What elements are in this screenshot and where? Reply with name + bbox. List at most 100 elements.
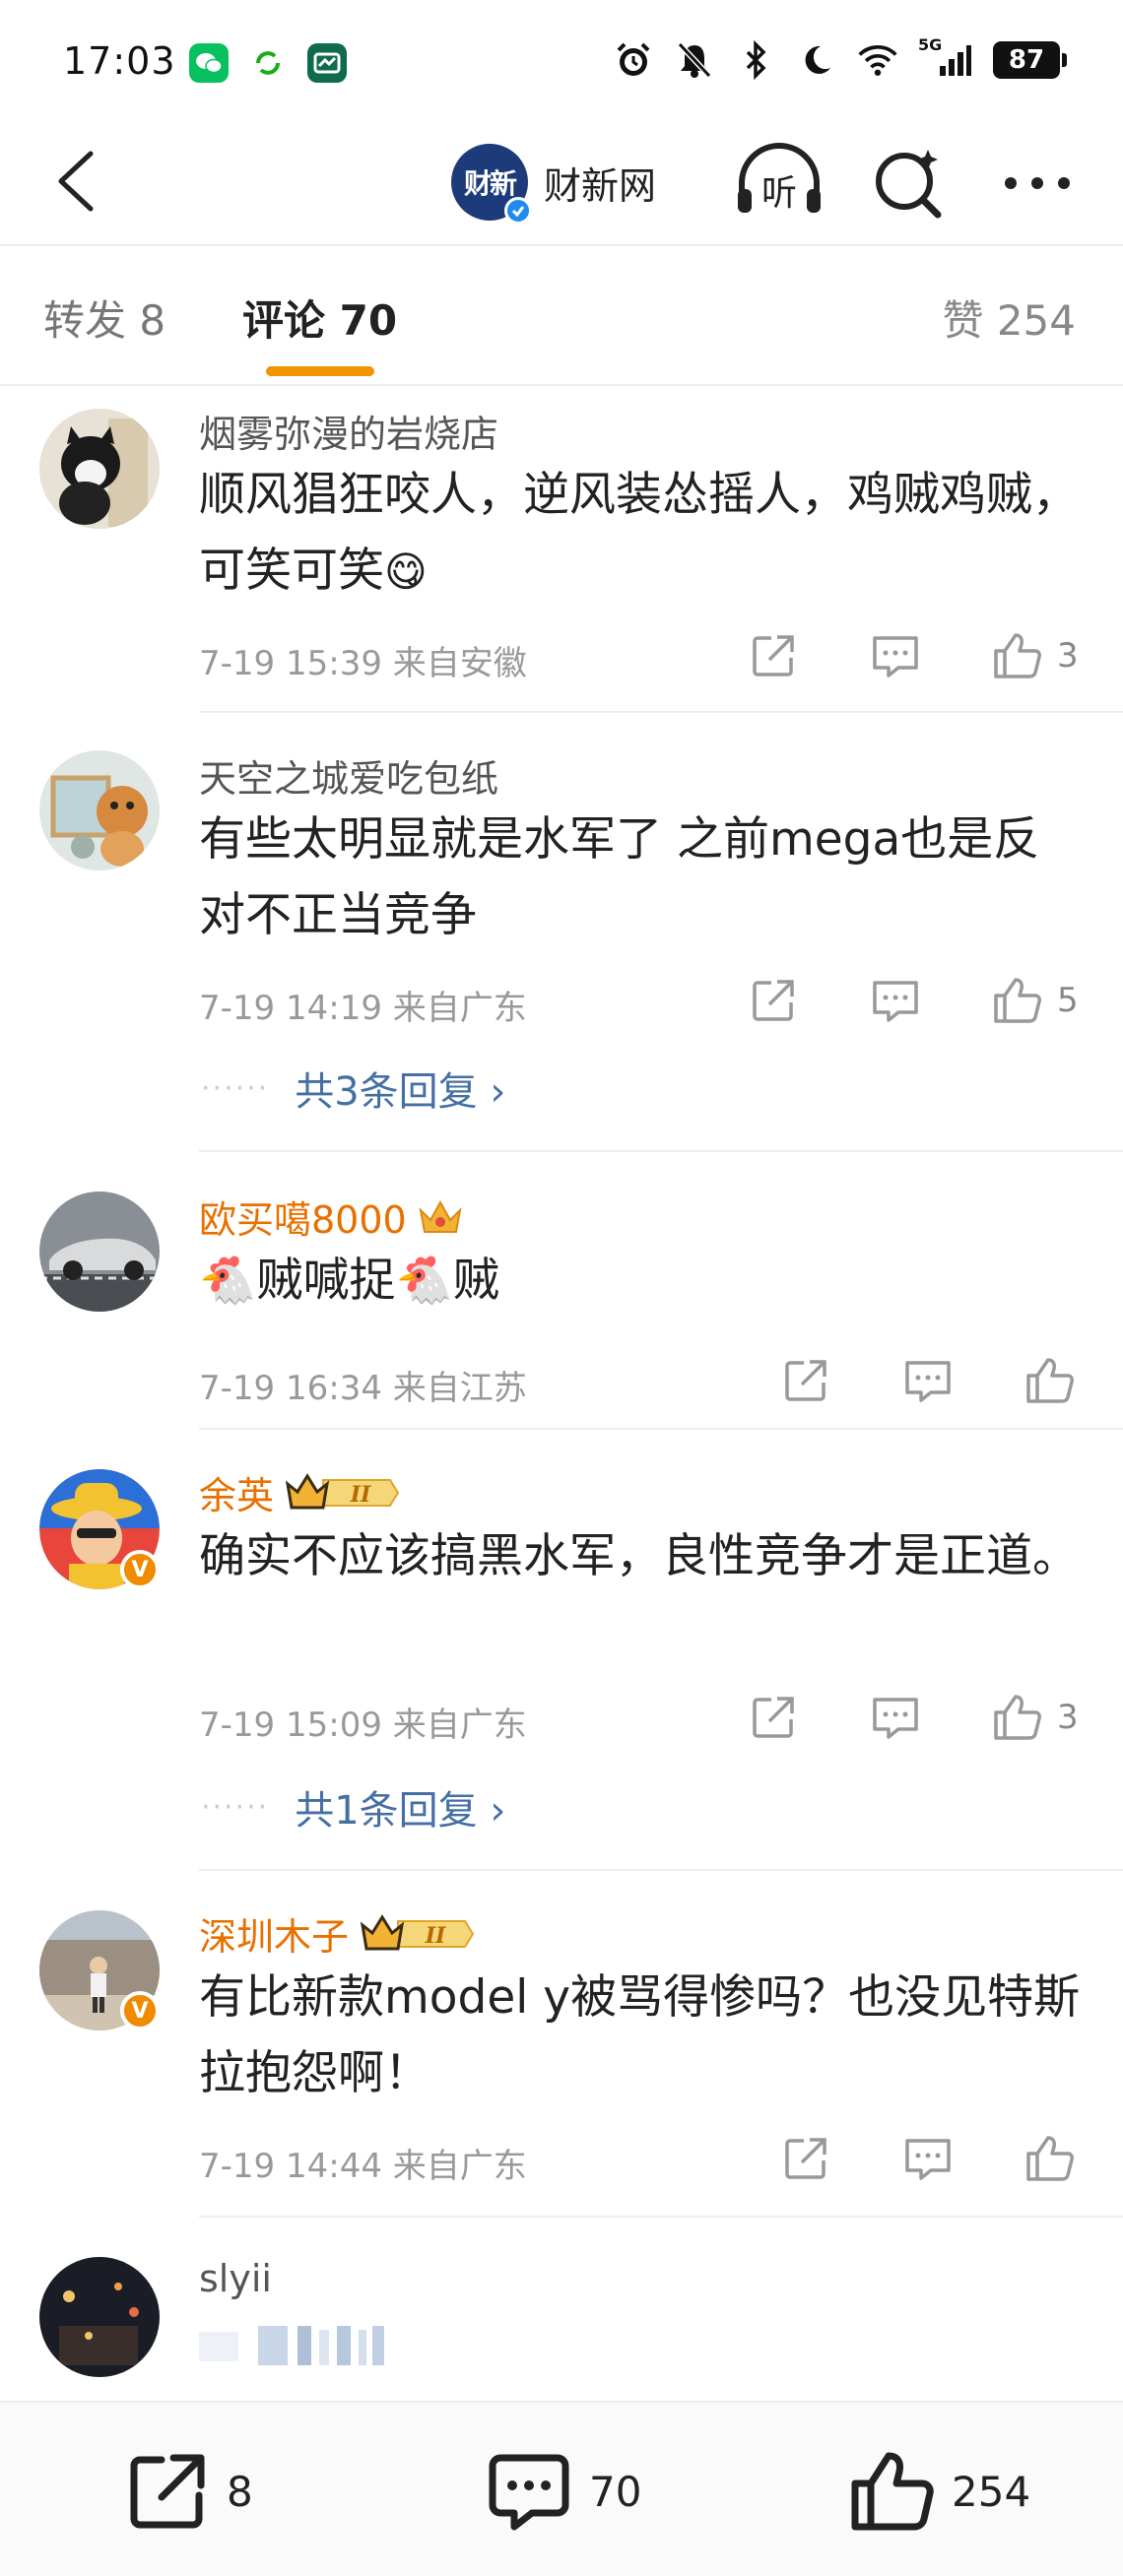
- comment-username[interactable]: 余英 II: [199, 1465, 402, 1519]
- comment-item[interactable]: V 深圳木子 II 有比新款model y被骂得惨吗？也没见特斯拉抱怨啊！ 7-…: [0, 1889, 1123, 2214]
- comment-username[interactable]: 烟雾弥漫的岩烧店: [199, 404, 498, 458]
- username-text[interactable]: 深圳木子: [199, 1906, 349, 1961]
- comment-divider: [199, 2216, 1123, 2218]
- comment-meta: 7-19 15:39 来自安徽: [199, 644, 527, 683]
- share-button[interactable]: [776, 1351, 835, 1410]
- account-avatar[interactable]: 财新: [451, 144, 532, 225]
- like-button[interactable]: [988, 626, 1047, 685]
- bottom-comment-count: 70: [589, 2467, 642, 2516]
- share-icon: [130, 2454, 205, 2529]
- share-button[interactable]: [776, 2129, 835, 2188]
- top-navigation: 财新 财新网 听: [0, 128, 1123, 246]
- comment-username[interactable]: 深圳木子 II: [199, 1906, 477, 1961]
- bottom-comment-button[interactable]: 70: [487, 2450, 641, 2533]
- network-type: 5G: [918, 35, 943, 54]
- username-text[interactable]: slyii: [199, 2257, 272, 2300]
- account-avatar-text: 财新: [463, 167, 517, 200]
- share-button[interactable]: [744, 626, 803, 685]
- more-options-button[interactable]: [995, 140, 1080, 225]
- reply-button[interactable]: [898, 2129, 958, 2188]
- comment-icon: [873, 636, 918, 677]
- vip-badge-icon: II: [359, 1913, 477, 1955]
- chevron-left-icon: [58, 151, 94, 212]
- verified-icon: [504, 197, 532, 225]
- bottom-repost-button[interactable]: 8: [126, 2450, 253, 2533]
- share-icon: [753, 635, 794, 676]
- vip-level: II: [425, 1923, 446, 1949]
- avatar[interactable]: [39, 1191, 160, 1312]
- comment-username[interactable]: slyii: [199, 2257, 272, 2300]
- alarm-icon: [613, 39, 654, 81]
- vip-badge-icon: II: [284, 1472, 402, 1513]
- comment-icon: [489, 2454, 569, 2531]
- tab-comments[interactable]: 评论 70: [242, 288, 397, 348]
- comment-item[interactable]: slyii: [0, 2235, 1123, 2401]
- comment-username[interactable]: 欧买噶8000: [199, 1190, 464, 1244]
- avatar[interactable]: V: [39, 1910, 160, 2030]
- emoji: 😋: [384, 547, 428, 596]
- signal-5g-icon: 5G: [918, 35, 973, 81]
- search-icon: [876, 150, 942, 219]
- wifi-icon: [857, 39, 898, 81]
- account-header[interactable]: 财新 财新网: [451, 138, 656, 226]
- comment-meta: 7-19 15:09 来自广东: [199, 1706, 527, 1745]
- view-replies-link[interactable]: ······ 共3条回复 ›: [201, 1060, 505, 1117]
- thumbs-up-icon: [994, 978, 1041, 1023]
- tab-repost[interactable]: 转发 8: [43, 288, 165, 348]
- share-icon: [753, 1697, 794, 1738]
- bottom-repost-count: 8: [227, 2467, 253, 2516]
- like-button[interactable]: [1021, 2129, 1080, 2188]
- listen-label: 听: [761, 173, 797, 214]
- avatar[interactable]: V: [39, 1469, 160, 1589]
- like-button[interactable]: [988, 971, 1047, 1030]
- back-button[interactable]: [35, 142, 114, 221]
- image-placeholder-icon: [199, 2322, 435, 2371]
- comment-item[interactable]: V 余英 II 确实不应该搞黑水军，良性竞争才是正道。 7-19 15:09 来…: [0, 1444, 1123, 1857]
- comment-divider: [199, 711, 1123, 713]
- headphones-icon: 听: [738, 143, 821, 214]
- active-tab-indicator: [266, 366, 374, 376]
- comment-item[interactable]: 欧买噶8000 🐔贼喊捉🐔贼 7-19 16:34 来自江苏: [0, 1168, 1123, 1424]
- reply-button[interactable]: [866, 971, 925, 1030]
- avatar[interactable]: [39, 750, 160, 870]
- username-text[interactable]: 天空之城爱吃包纸: [199, 748, 498, 803]
- username-text[interactable]: 余英: [199, 1465, 274, 1519]
- listen-button[interactable]: 听: [734, 140, 825, 225]
- comment-username[interactable]: 天空之城爱吃包纸: [199, 748, 498, 803]
- share-button[interactable]: [744, 1688, 803, 1747]
- thumbs-up-icon: [1026, 2136, 1074, 2181]
- search-button[interactable]: [867, 140, 952, 225]
- tab-likes[interactable]: 赞 254: [942, 288, 1076, 348]
- comment-item[interactable]: 烟雾弥漫的岩烧店 顺风猖狂咬人，逆风装怂摇人，鸡贼鸡贼，可笑可笑😋 7-19 1…: [0, 394, 1123, 719]
- avatar[interactable]: [39, 409, 160, 529]
- avatar[interactable]: [39, 2257, 160, 2377]
- comment-actions: [776, 2129, 1090, 2188]
- comment-divider: [199, 1428, 1123, 1430]
- sync-icon: [248, 43, 288, 83]
- comment-meta: 7-19 14:44 来自广东: [199, 2147, 527, 2186]
- bottom-like-button[interactable]: 254: [849, 2450, 1030, 2533]
- status-time: 17:03: [63, 39, 176, 83]
- comment-divider: [199, 1150, 1123, 1152]
- account-name[interactable]: 财新网: [544, 156, 656, 210]
- comment-actions: 3: [744, 626, 1079, 685]
- reply-button[interactable]: [898, 1351, 958, 1410]
- comment-actions: 3: [744, 1688, 1079, 1747]
- more-dots-icon: [1005, 177, 1070, 189]
- reply-button[interactable]: [866, 1688, 925, 1747]
- bluetooth-icon: [735, 39, 776, 81]
- share-button[interactable]: [744, 971, 803, 1030]
- replies-label[interactable]: 共3条回复 ›: [295, 1060, 505, 1117]
- replies-dots: ······: [201, 1789, 270, 1825]
- username-text[interactable]: 烟雾弥漫的岩烧店: [199, 404, 498, 458]
- reply-button[interactable]: [866, 626, 925, 685]
- thumbs-up-icon: [851, 2452, 934, 2531]
- replies-label[interactable]: 共1条回复 ›: [295, 1778, 505, 1835]
- like-button[interactable]: [1021, 1351, 1080, 1410]
- replies-dots: ······: [201, 1070, 270, 1106]
- view-replies-link[interactable]: ······ 共1条回复 ›: [201, 1778, 505, 1835]
- username-text[interactable]: 欧买噶8000: [199, 1190, 407, 1244]
- like-count: 5: [1057, 981, 1079, 1020]
- comment-item[interactable]: 天空之城爱吃包纸 有些太明显就是水军了 之前mega也是反对不正当竞争 7-19…: [0, 729, 1123, 1142]
- like-button[interactable]: [988, 1688, 1047, 1747]
